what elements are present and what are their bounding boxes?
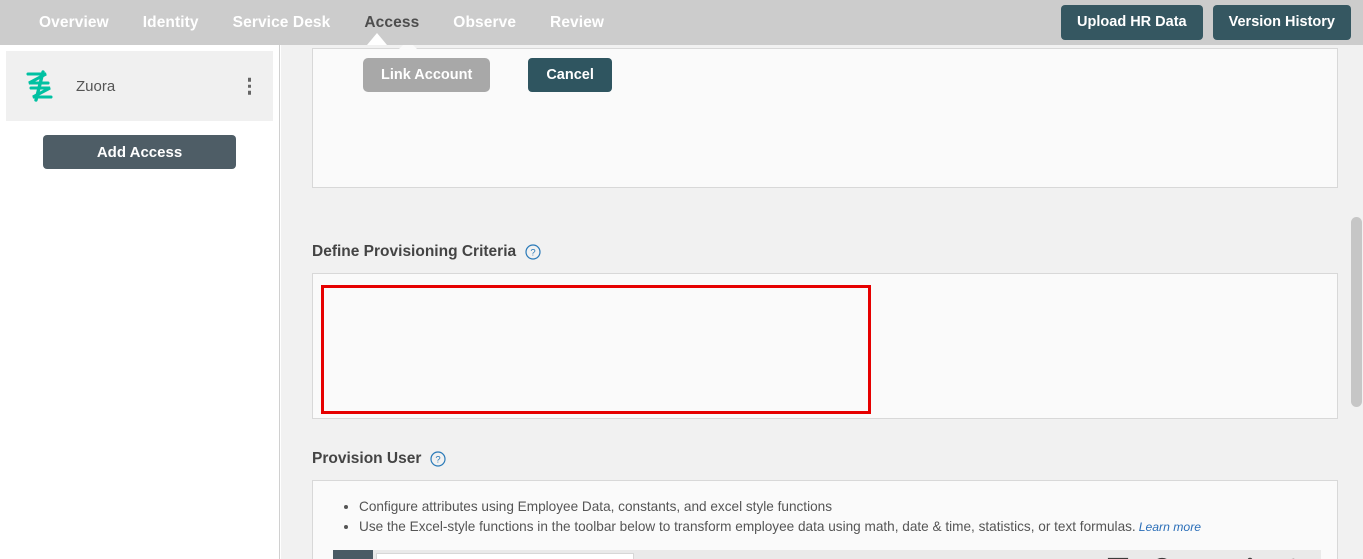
ai-functions-icon[interactable] (1272, 550, 1316, 559)
operator-open-paren[interactable]: ( (776, 550, 810, 559)
prev-button[interactable]: PREV (1048, 550, 1096, 559)
card-pointer-caret (399, 45, 417, 49)
nav-item-identity[interactable]: Identity (126, 0, 216, 45)
vertical-scrollbar-thumb[interactable] (1351, 217, 1362, 407)
search-function-box[interactable] (376, 553, 634, 559)
vertical-scrollbar-track[interactable] (1350, 45, 1363, 559)
operator-divide[interactable]: / (742, 550, 776, 559)
nav-item-observe[interactable]: Observe (436, 0, 533, 45)
svg-text:?: ? (436, 455, 441, 466)
criteria-card: Provision Employee by Role Provision All… (312, 273, 1338, 559)
operator-greater-than[interactable]: > (912, 550, 946, 559)
nav-item-service-desk[interactable]: Service Desk (216, 0, 348, 45)
operator-not-equals[interactable]: != (878, 550, 912, 559)
operator-less-than[interactable]: < (946, 550, 980, 559)
fx-button[interactable]: fx (333, 550, 373, 559)
instruction-item: Use the Excel-style functions in the too… (359, 517, 1337, 537)
link-account-card: Link Account Cancel (312, 45, 1338, 188)
operator-greater-equal[interactable]: >= (1014, 550, 1048, 559)
operator-plus[interactable]: + (640, 550, 674, 559)
main-content: Link Account Cancel Define Provisioning … (281, 45, 1363, 559)
operator-minus[interactable]: - (674, 550, 708, 559)
top-navigation-bar: Overview Identity Service Desk Access Ob… (0, 0, 1363, 45)
active-tab-indicator (367, 33, 387, 45)
left-sidebar: Zuora Add Access (0, 45, 280, 559)
instruction-text: Use the Excel-style functions in the too… (359, 519, 1136, 534)
text-functions-icon[interactable] (1184, 550, 1228, 559)
kebab-menu-icon[interactable] (247, 77, 251, 95)
nav-items: Overview Identity Service Desk Access Ob… (0, 0, 621, 45)
upload-hr-data-button[interactable]: Upload HR Data (1061, 5, 1203, 40)
criteria-section-header: Define Provisioning Criteria ? (312, 243, 541, 261)
svg-text:?: ? (530, 248, 535, 259)
operator-close-paren[interactable]: ) (810, 550, 844, 559)
operator-multiply[interactable]: * (708, 550, 742, 559)
version-history-button[interactable]: Version History (1212, 5, 1351, 40)
nav-item-review[interactable]: Review (533, 0, 621, 45)
provision-user-card: Configure attributes using Employee Data… (312, 480, 1338, 559)
add-access-button[interactable]: Add Access (43, 135, 236, 169)
criteria-title: Define Provisioning Criteria (312, 243, 517, 260)
date-time-icon[interactable] (1140, 550, 1184, 559)
operator-less-equal[interactable]: <= (980, 550, 1014, 559)
nav-item-overview[interactable]: Overview (22, 0, 126, 45)
operator-buttons: + - * / ( ) = != > < <= >= PREV (640, 550, 1316, 559)
cancel-button[interactable]: Cancel (528, 58, 612, 92)
provision-user-section-header: Provision User ? (312, 450, 447, 468)
instruction-item: Configure attributes using Employee Data… (359, 497, 1337, 516)
add-access-wrap: Add Access (0, 121, 279, 169)
link-account-actions: Link Account Cancel (363, 58, 612, 92)
help-icon[interactable]: ? (525, 244, 541, 260)
sidebar-item-zuora[interactable]: Zuora (6, 51, 273, 121)
operator-equals[interactable]: = (844, 550, 878, 559)
top-actions: Upload HR Data Version History (1061, 5, 1351, 40)
provision-user-instructions: Configure attributes using Employee Data… (313, 481, 1337, 537)
zuora-logo-icon (26, 70, 53, 102)
statistics-icon[interactable] (1228, 550, 1272, 559)
sidebar-app-name: Zuora (76, 77, 116, 95)
provision-user-title: Provision User (312, 450, 422, 467)
help-icon[interactable]: ? (430, 451, 447, 467)
link-account-button[interactable]: Link Account (363, 58, 491, 92)
nav-item-access[interactable]: Access (347, 0, 436, 45)
math-functions-icon[interactable]: + − × = (1096, 550, 1140, 559)
formula-toolbar: fx + - * / ( ) = != > < <= >= (333, 550, 1321, 559)
learn-more-link[interactable]: Learn more (1139, 520, 1201, 534)
